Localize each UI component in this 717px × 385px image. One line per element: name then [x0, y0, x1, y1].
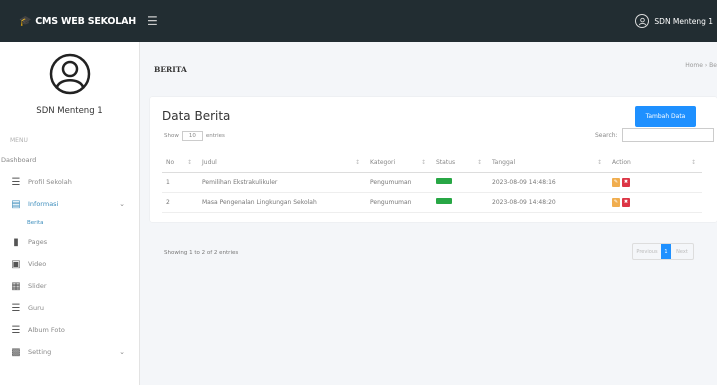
status-badge	[436, 198, 452, 204]
sidebar-item-label: Slider	[28, 282, 47, 290]
cell-no: 2	[162, 192, 198, 213]
page-header: BERITA	[140, 42, 717, 97]
sidebar-item-label: Dashboard	[1, 156, 37, 164]
top-navbar: 🎓 CMS WEB SEKOLAH ☰ SDN Menteng 1	[0, 0, 717, 42]
table-row: 1 Pemilihan Ekstrakulikuler Pengumuman 2…	[162, 172, 702, 193]
edit-button[interactable]: ✎	[612, 197, 620, 207]
sidebar-item-dashboard[interactable]: Dashboard	[0, 149, 139, 171]
entries-select[interactable]: 10	[181, 131, 203, 141]
sort-icon: ↕	[596, 159, 602, 167]
edit-button[interactable]: ✎	[612, 177, 620, 187]
image-icon: ▦	[11, 280, 21, 292]
user-name: SDN Menteng 1	[654, 16, 713, 26]
sidebar-subitem-berita[interactable]: Berita	[0, 215, 139, 231]
chevron-down-icon: ⌄	[119, 200, 125, 208]
cell-judul: Pemilihan Ekstrakulikuler	[198, 172, 366, 193]
sidebar-item-profil-sekolah[interactable]: ☰ Profil Sekolah	[0, 171, 139, 193]
column-header-kategori[interactable]: Kategori ↕	[366, 154, 432, 173]
sidebar-item-label: Album Foto	[28, 326, 65, 334]
card-title: Data Berita	[162, 109, 231, 123]
column-header-tanggal[interactable]: Tanggal ↕	[488, 154, 608, 173]
sidebar-item-video[interactable]: ▣ Video	[0, 253, 139, 275]
sidebar-item-label: Profil Sekolah	[28, 178, 72, 186]
profile-avatar-icon	[49, 53, 90, 95]
pagination: Previous 1 Next	[632, 243, 694, 260]
data-card: Data Berita Tambah Data Show 10 entries …	[150, 97, 717, 260]
cog-icon: ▩	[11, 346, 21, 358]
list-icon: ☰	[11, 176, 21, 188]
cell-tanggal: 2023-08-09 14:48:20	[488, 192, 608, 213]
search-label: Search:	[595, 131, 618, 139]
delete-button[interactable]: ✖	[622, 197, 630, 207]
pagination-next[interactable]: Next	[671, 244, 693, 259]
cell-action: ✎ ✖	[608, 172, 702, 193]
sidebar-item-label: Informasi	[28, 200, 59, 208]
brand-name: CMS WEB SEKOLAH	[35, 15, 137, 27]
column-header-action[interactable]: Action ↕	[608, 154, 702, 173]
graduation-cap-icon: 🎓	[18, 15, 32, 27]
column-header-judul[interactable]: Judul ↕	[198, 154, 366, 173]
sort-icon: ↕	[186, 159, 192, 167]
column-header-no[interactable]: No ↕	[162, 154, 198, 173]
sidebar-item-label: Guru	[28, 304, 44, 312]
sidebar-profile: SDN Menteng 1	[0, 42, 139, 127]
sidebar-item-slider[interactable]: ▦ Slider	[0, 275, 139, 297]
list-icon: ▤	[11, 198, 21, 210]
sidebar-item-label: Video	[28, 260, 47, 268]
breadcrumb[interactable]: Home › Be	[685, 62, 717, 69]
status-badge	[436, 178, 452, 184]
sidebar-item-pages[interactable]: ▮ Pages	[0, 231, 139, 253]
sort-icon: ↕	[690, 159, 696, 167]
add-data-button[interactable]: Tambah Data	[635, 106, 696, 127]
sort-icon: ↕	[476, 159, 482, 167]
pagination-previous[interactable]: Previous	[633, 244, 661, 259]
cell-kategori: Pengumuman	[366, 172, 432, 193]
table-row: 2 Masa Pengenalan Lingkungan Sekolah Pen…	[162, 192, 702, 213]
entries-label: entries	[205, 133, 225, 139]
column-header-status[interactable]: Status ↕	[432, 154, 488, 173]
hamburger-menu-icon[interactable]: ☰	[147, 14, 158, 28]
search-input[interactable]	[621, 128, 714, 142]
cell-action: ✎ ✖	[608, 192, 702, 213]
menu-header: MENU	[10, 137, 28, 144]
sidebar-item-label: Setting	[28, 348, 52, 356]
news-table: No ↕ Judul ↕ Kategori ↕ Status ↕ Tanggal ↕ Ac…	[162, 154, 702, 213]
sidebar-item-guru[interactable]: ☰ Guru	[0, 297, 139, 319]
table-info: Showing 1 to 2 of 2 entries	[164, 250, 239, 256]
search-control: Search:	[595, 128, 714, 142]
sidebar-item-album-foto[interactable]: ☰ Album Foto	[0, 319, 139, 341]
profile-name: SDN Menteng 1	[36, 106, 103, 116]
brand-logo[interactable]: 🎓 CMS WEB SEKOLAH	[0, 16, 145, 27]
entries-length-control: Show 10 entries	[164, 131, 225, 141]
delete-button[interactable]: ✖	[622, 177, 630, 187]
video-icon: ▣	[11, 258, 21, 270]
cell-tanggal: 2023-08-09 14:48:16	[488, 172, 608, 193]
cell-kategori: Pengumuman	[366, 192, 432, 213]
user-menu[interactable]: SDN Menteng 1	[635, 14, 717, 28]
cell-status	[432, 192, 488, 213]
sidebar-item-informasi[interactable]: ▤ Informasi ⌄	[0, 193, 139, 215]
sort-icon: ↕	[420, 159, 426, 167]
list-icon: ☰	[11, 324, 21, 336]
sidebar-item-setting[interactable]: ▩ Setting ⌄	[0, 341, 139, 363]
sidebar-item-label: Pages	[28, 238, 48, 246]
main-content: BERITA Home › Be Data Berita Tambah Data…	[140, 42, 717, 260]
table-header-row: No ↕ Judul ↕ Kategori ↕ Status ↕ Tanggal ↕ Ac…	[162, 154, 702, 173]
page-title: BERITA	[154, 65, 187, 74]
sort-icon: ↕	[354, 159, 360, 167]
sidebar: SDN Menteng 1 MENU Dashboard ☰ Profil Se…	[0, 42, 140, 385]
user-avatar-icon	[635, 14, 650, 28]
cell-no: 1	[162, 172, 198, 193]
cell-judul: Masa Pengenalan Lingkungan Sekolah	[198, 192, 366, 213]
file-icon: ▮	[13, 236, 19, 248]
chevron-down-icon: ⌄	[119, 348, 125, 356]
cell-status	[432, 172, 488, 193]
show-label: Show	[164, 133, 179, 139]
list-icon: ☰	[11, 302, 21, 314]
pagination-page[interactable]: 1	[661, 244, 671, 259]
